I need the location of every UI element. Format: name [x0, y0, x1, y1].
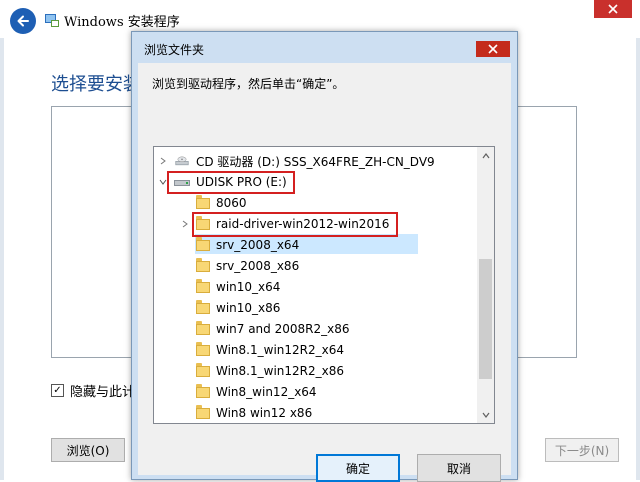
tree-item-folder[interactable]: Win8 win12 x86: [196, 403, 312, 423]
folder-icon: [196, 299, 210, 314]
setup-close-button[interactable]: [594, 0, 632, 18]
scroll-up-icon[interactable]: [477, 147, 494, 164]
cd-drive-icon: [175, 156, 189, 166]
dialog-title: 浏览文件夹: [144, 43, 205, 57]
tree-item-label: Win8.1_win12R2_x64: [216, 343, 344, 357]
tree-scrollbar[interactable]: [477, 147, 494, 423]
tree-item-folder[interactable]: win10_x86: [196, 298, 280, 318]
hide-incompatible-checkbox[interactable]: ✓: [51, 384, 64, 397]
back-arrow-icon: [17, 15, 29, 27]
tree-item-label: win7 and 2008R2_x86: [216, 322, 350, 336]
folder-icon: [196, 278, 210, 293]
folder-tree[interactable]: CD 驱动器 (D:) SSS_X64FRE_ZH-CN_DV9 UDISK P…: [153, 146, 495, 424]
tree-item-folder[interactable]: Win8.1_win12R2_x86: [196, 361, 344, 381]
tree-item-cd-drive[interactable]: CD 驱动器 (D:) SSS_X64FRE_ZH-CN_DV9: [174, 151, 435, 171]
hide-incompatible-row[interactable]: ✓ 隐藏与此计: [51, 381, 135, 400]
expand-chevron-icon[interactable]: [180, 219, 190, 229]
setup-page-heading: 选择要安装: [51, 74, 141, 95]
tree-item-label: srv_2008_x64: [216, 238, 300, 252]
scroll-down-icon[interactable]: [477, 406, 494, 423]
annotation-box-usb-drive: [167, 171, 295, 194]
cancel-button[interactable]: 取消: [417, 454, 501, 482]
folder-icon: [196, 194, 210, 209]
ok-button[interactable]: 确定: [316, 454, 400, 482]
dialog-instruction: 浏览到驱动程序，然后单击“确定”。: [152, 77, 345, 91]
dialog-close-button[interactable]: [476, 41, 510, 57]
browse-folder-dialog: 浏览文件夹 浏览到驱动程序，然后单击“确定”。 CD 驱动器 (D:) SSS_…: [131, 31, 518, 482]
tree-item-folder[interactable]: win10_x64: [196, 277, 280, 297]
folder-icon: [196, 320, 210, 335]
tree-item-folder[interactable]: Win8.1_win12R2_x64: [196, 340, 344, 360]
tree-item-folder[interactable]: 8060: [196, 193, 247, 213]
folder-icon: [196, 404, 210, 419]
next-button[interactable]: 下一步(N): [545, 438, 619, 462]
annotation-box-raid-folder: [192, 212, 398, 237]
tree-item-folder[interactable]: Win8_win12_x64: [196, 382, 317, 402]
setup-window-title: Windows 安装程序: [64, 15, 180, 30]
setup-app-icon: [45, 14, 59, 27]
tree-item-label: win10_x86: [216, 301, 281, 315]
tree-item-label: Win8_win12_x64: [216, 385, 317, 399]
folder-icon: [196, 383, 210, 398]
window-border-left: [0, 0, 4, 480]
tree-item-label: CD 驱动器 (D:) SSS_X64FRE_ZH-CN_DV9: [196, 154, 435, 169]
tree-item-folder[interactable]: srv_2008_x86: [196, 256, 299, 276]
window-border-right: [636, 0, 640, 480]
tree-item-label: srv_2008_x86: [216, 259, 300, 273]
folder-icon: [196, 362, 210, 377]
folder-icon: [196, 257, 210, 272]
back-button[interactable]: [10, 8, 36, 34]
tree-item-label: Win8 win12 x86: [216, 406, 313, 420]
tree-item-folder[interactable]: srv_2008_x64: [196, 235, 299, 255]
folder-icon: [196, 341, 210, 356]
hide-incompatible-label: 隐藏与此计: [70, 385, 136, 400]
browse-button[interactable]: 浏览(O): [51, 438, 125, 462]
tree-item-label: win10_x64: [216, 280, 281, 294]
close-icon: [608, 4, 618, 14]
close-icon: [488, 44, 498, 54]
dialog-body: 浏览到驱动程序，然后单击“确定”。 CD 驱动器 (D:) SSS_X64FRE…: [138, 63, 511, 482]
expand-chevron-icon[interactable]: [158, 156, 168, 166]
scroll-thumb[interactable]: [479, 259, 492, 379]
tree-item-folder[interactable]: win7 and 2008R2_x86: [196, 319, 349, 339]
tree-item-label: Win8.1_win12R2_x86: [216, 364, 344, 378]
folder-icon: [196, 236, 210, 251]
tree-item-label: 8060: [216, 196, 247, 210]
